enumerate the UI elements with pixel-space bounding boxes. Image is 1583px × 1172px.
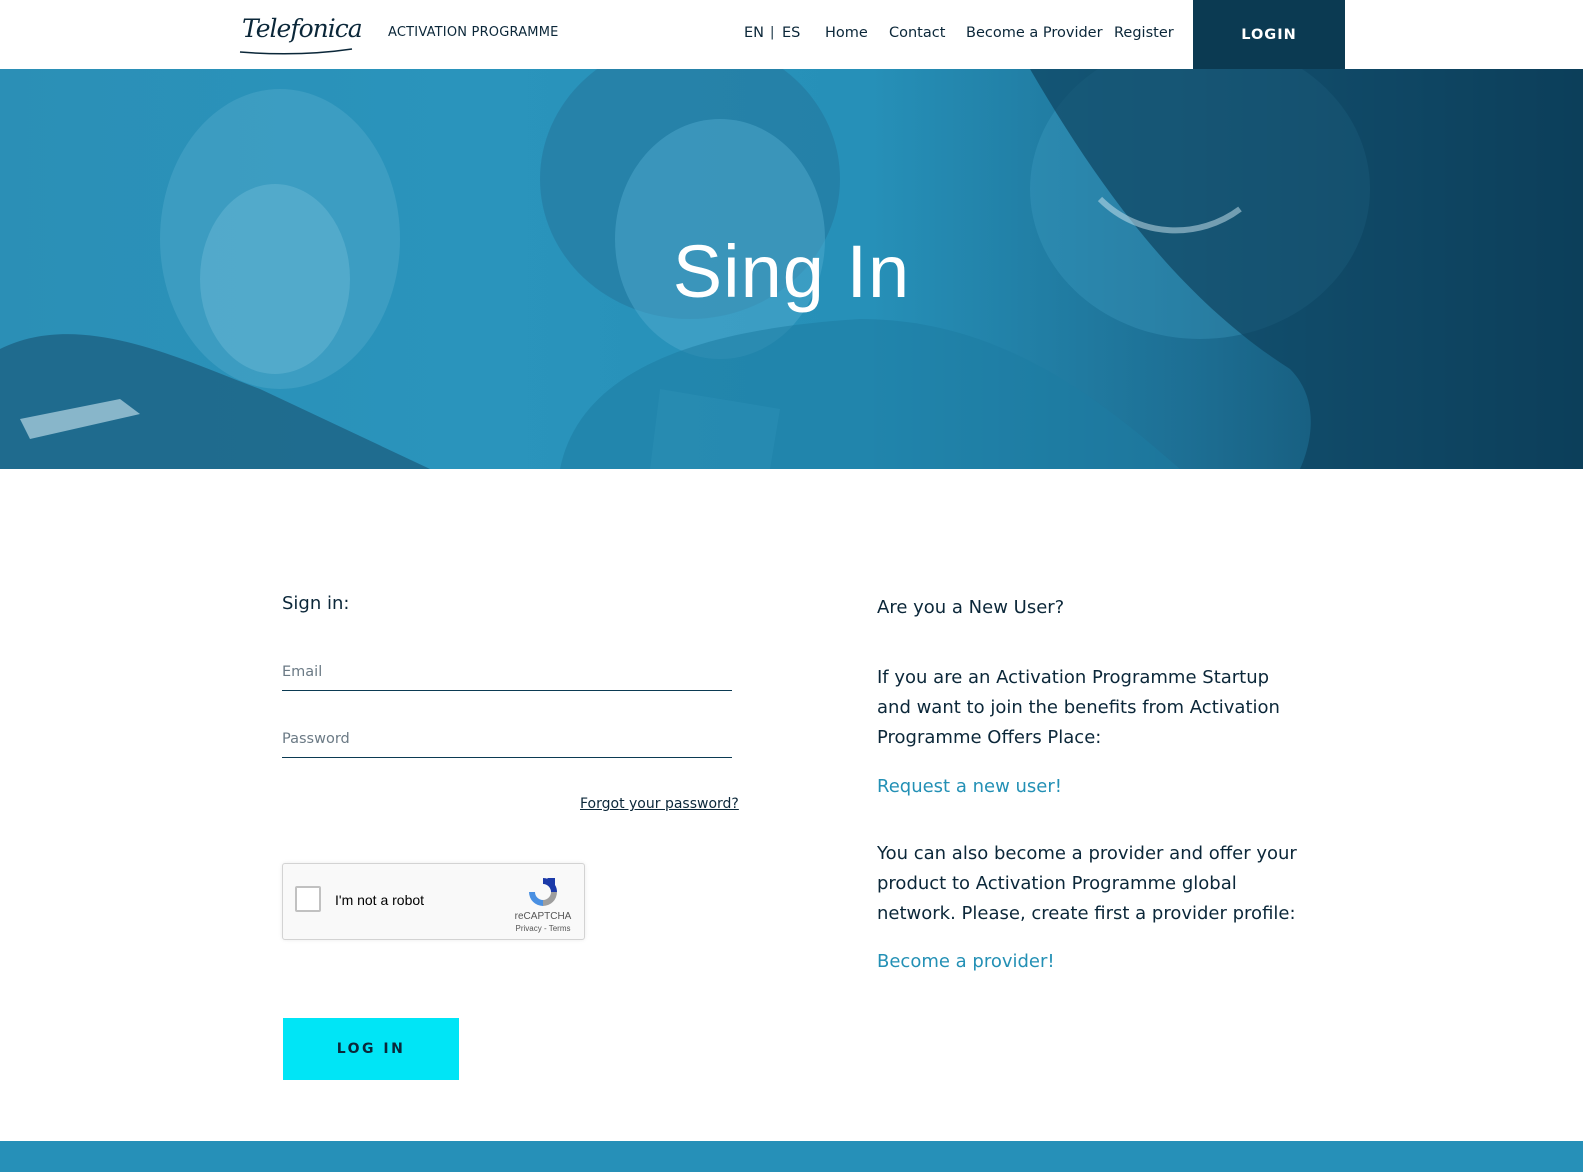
become-provider-link[interactable]: Become a provider! — [877, 951, 1055, 972]
site-header: Telefonica ACTIVATION PROGRAMME EN | ES … — [0, 0, 1583, 69]
recaptcha-brand: reCAPTCHA — [514, 911, 572, 922]
signin-heading: Sign in: — [282, 593, 350, 614]
recaptcha-privacy-terms[interactable]: Privacy - Terms — [509, 924, 577, 933]
login-submit-button[interactable]: LOG IN — [283, 1018, 459, 1080]
footer-bar — [0, 1141, 1583, 1172]
lang-es-link[interactable]: ES — [782, 25, 800, 41]
nav-contact[interactable]: Contact — [889, 25, 945, 41]
startup-info-text: If you are an Activation Programme Start… — [877, 667, 1280, 748]
email-field[interactable] — [282, 654, 732, 691]
page-title: Sing In — [672, 230, 911, 313]
provider-info-text: You can also become a provider and offer… — [877, 843, 1297, 924]
recaptcha-icon — [529, 878, 557, 906]
recaptcha-checkbox[interactable] — [295, 886, 321, 912]
forgot-password-link[interactable]: Forgot your password? — [580, 796, 739, 812]
brand-name: Telefonica — [242, 14, 363, 43]
programme-title: ACTIVATION PROGRAMME — [388, 25, 559, 40]
nav-register[interactable]: Register — [1114, 25, 1174, 41]
nav-home[interactable]: Home — [825, 25, 868, 41]
recaptcha-label: I'm not a robot — [335, 892, 425, 908]
new-user-heading: Are you a New User? — [877, 597, 1065, 618]
hero-banner: Sing In — [0, 69, 1583, 469]
header-login-button[interactable]: LOGIN — [1193, 0, 1345, 69]
request-new-user-link[interactable]: Request a new user! — [877, 776, 1062, 797]
lang-separator: | — [770, 25, 775, 40]
telefonica-logo[interactable]: Telefonica — [238, 12, 363, 55]
nav-become-provider[interactable]: Become a Provider — [966, 25, 1103, 41]
password-field[interactable] — [282, 721, 732, 758]
logo-swoosh-icon — [239, 48, 353, 55]
recaptcha-widget: I'm not a robot reCAPTCHA Privacy - Term… — [282, 863, 585, 940]
lang-en-link[interactable]: EN — [744, 25, 764, 41]
